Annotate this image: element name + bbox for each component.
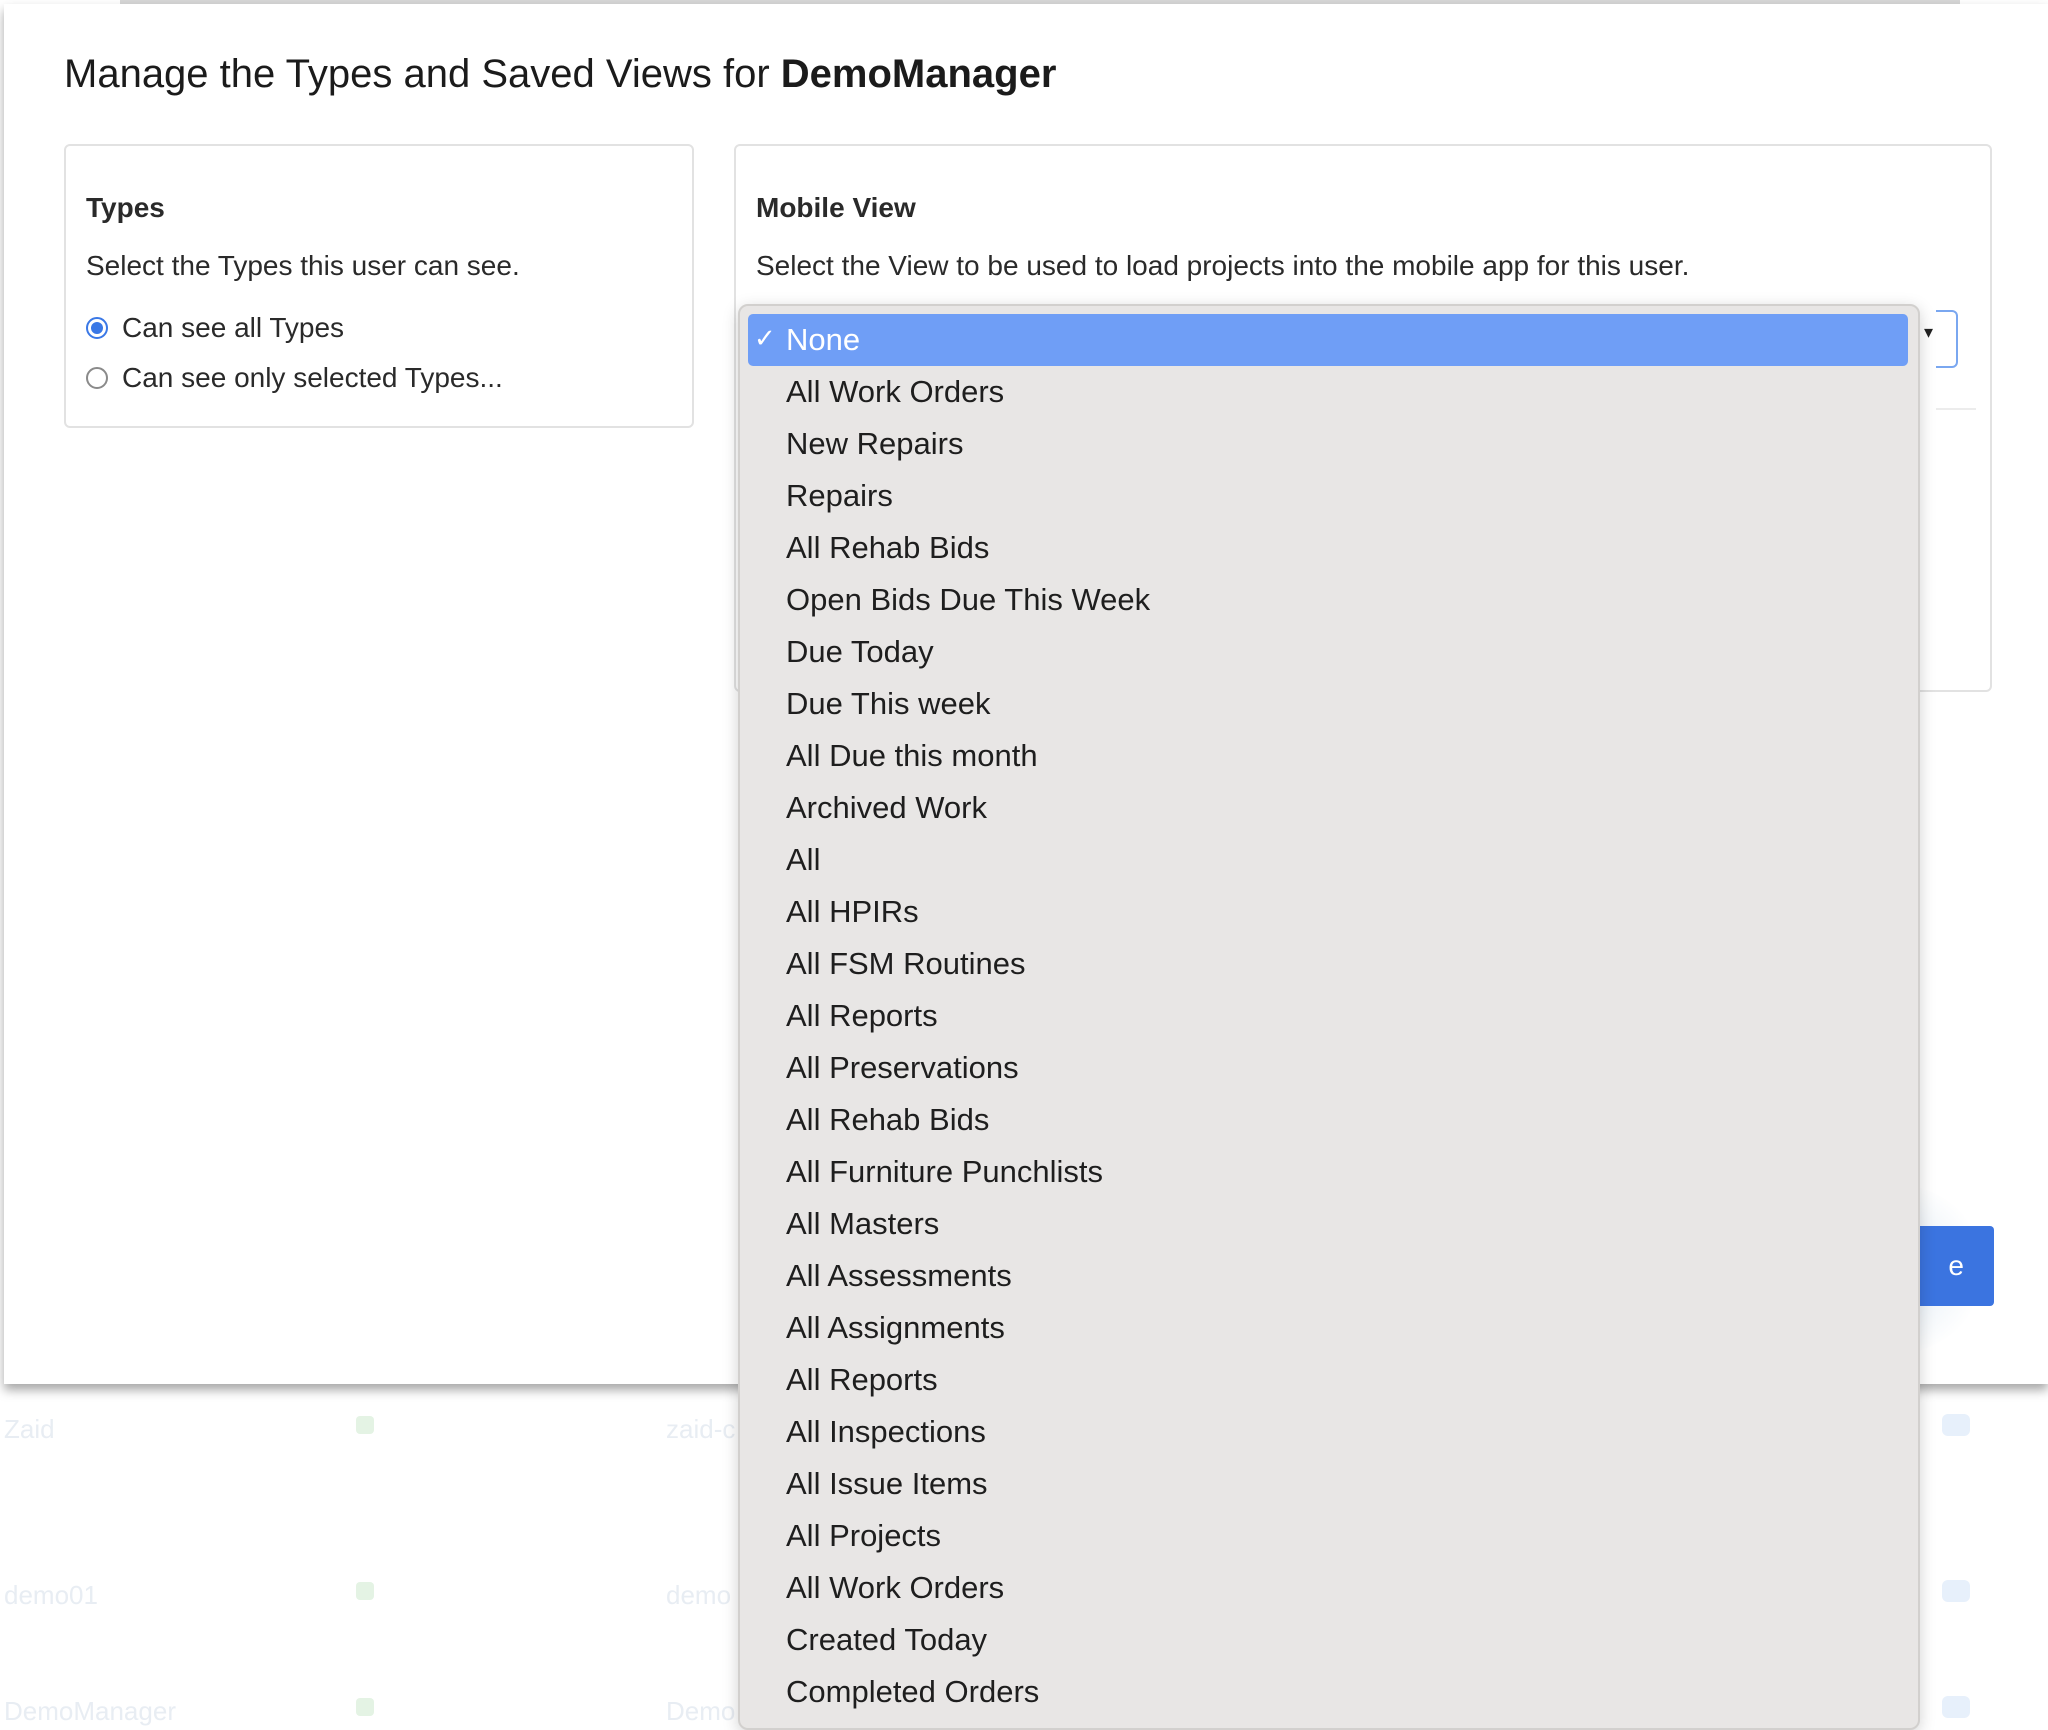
radio-checked-icon[interactable]	[86, 317, 108, 339]
radio-can-see-all-types[interactable]: Can see all Types	[86, 310, 344, 346]
dropdown-option-label: All Rehab Bids	[786, 530, 990, 565]
dropdown-option-label: All HPIRs	[786, 894, 919, 929]
dropdown-option-label: None	[786, 322, 861, 357]
dropdown-option[interactable]: Open Bids Due This Week	[748, 574, 1908, 626]
radio-unchecked-icon[interactable]	[86, 367, 108, 389]
edit-icon	[1942, 1580, 1970, 1602]
background-row-email: Demo	[666, 1696, 736, 1726]
radio-label: Can see only selected Types...	[122, 362, 503, 393]
dropdown-option[interactable]: Repairs	[748, 470, 1908, 522]
status-dot	[356, 1698, 374, 1716]
dropdown-option[interactable]: All Work Orders	[748, 1562, 1908, 1614]
dropdown-option[interactable]: All Reports	[748, 990, 1908, 1042]
dropdown-option[interactable]: Due Today	[748, 626, 1908, 678]
dropdown-option[interactable]: All Reports	[748, 1354, 1908, 1406]
dropdown-option-label: All Work Orders	[786, 1570, 1005, 1605]
divider	[1936, 408, 1976, 410]
mobile-view-select[interactable]	[1936, 310, 1958, 368]
mobile-view-dropdown[interactable]: ✓ None All Work Orders New Repairs Repairs Al…	[738, 304, 1920, 1730]
dropdown-option-label: All Masters	[786, 1206, 940, 1241]
dropdown-option-label: All Projects	[786, 1518, 942, 1553]
dropdown-option-label: All Assessments	[786, 1258, 1012, 1293]
radio-label: Can see all Types	[122, 312, 345, 343]
dropdown-option-label: All Furniture Punchlists	[786, 1154, 1104, 1189]
dropdown-option[interactable]: All Inspections	[748, 1406, 1908, 1458]
status-dot	[356, 1416, 374, 1434]
dropdown-option[interactable]: All Due this month	[748, 730, 1908, 782]
dropdown-option[interactable]: ✓ None	[748, 314, 1908, 366]
dropdown-option[interactable]: Completed Orders	[748, 1666, 1908, 1718]
background-row-email: zaid-c	[666, 1414, 736, 1444]
dropdown-option[interactable]: All Issue Items	[748, 1458, 1908, 1510]
dropdown-option[interactable]: All HPIRs	[748, 886, 1908, 938]
dropdown-option-label: Due Today	[786, 634, 934, 669]
mobile-view-heading: Mobile View	[756, 192, 916, 223]
dropdown-option-label: Open Bids Due This Week	[786, 582, 1151, 617]
dropdown-option[interactable]: Due This week	[748, 678, 1908, 730]
dropdown-option-label: All FSM Routines	[786, 946, 1026, 981]
modal-title-user: DemoManager	[780, 52, 1057, 96]
dropdown-option-label: Due This week	[786, 686, 991, 721]
mobile-view-description: Select the View to be used to load proje…	[756, 250, 1690, 281]
dropdown-option-label: All Preservations	[786, 1050, 1019, 1085]
dropdown-option-label: New Repairs	[786, 426, 964, 461]
checkmark-icon: ✓	[754, 324, 776, 354]
status-dot	[356, 1582, 374, 1600]
edit-icon	[1942, 1696, 1970, 1718]
dropdown-option[interactable]: All Assignments	[748, 1302, 1908, 1354]
background-row-email: demo	[666, 1580, 732, 1610]
dropdown-option[interactable]: Created Today	[748, 1614, 1908, 1666]
dropdown-option[interactable]: All Rehab Bids	[748, 522, 1908, 574]
dropdown-option[interactable]: All Rehab Bids	[748, 1094, 1908, 1146]
dropdown-option-label: All Rehab Bids	[786, 1102, 990, 1137]
dropdown-option-label: All Inspections	[786, 1414, 986, 1449]
dropdown-option-label: All Assignments	[786, 1310, 1005, 1345]
dropdown-option-label: All Work Orders	[786, 374, 1005, 409]
dropdown-options: ✓ None All Work Orders New Repairs Repairs Al…	[748, 314, 1908, 1718]
chevron-down-icon[interactable]: ▾	[1924, 322, 1933, 343]
dropdown-option[interactable]: Archived Work	[748, 782, 1908, 834]
modal-title: Manage the Types and Saved Views for Dem…	[64, 52, 1056, 97]
background-row-name: DemoManager	[4, 1696, 176, 1726]
background-row-name: demo01	[4, 1580, 98, 1610]
dropdown-option[interactable]: All Work Orders	[748, 366, 1908, 418]
types-heading: Types	[86, 192, 165, 223]
background-row-name: Zaid	[4, 1414, 55, 1444]
dropdown-option[interactable]: All FSM Routines	[748, 938, 1908, 990]
dropdown-option-label: All	[786, 842, 821, 877]
dropdown-option[interactable]: All Masters	[748, 1198, 1908, 1250]
page: Zaid zaid-c demo01 demo DemoManager Demo…	[0, 0, 2048, 1730]
dropdown-option[interactable]: New Repairs	[748, 418, 1908, 470]
radio-can-see-selected-types[interactable]: Can see only selected Types...	[86, 360, 503, 396]
dropdown-option[interactable]: All Projects	[748, 1510, 1908, 1562]
types-description: Select the Types this user can see.	[86, 250, 520, 281]
modal-title-prefix: Manage the Types and Saved Views for	[64, 52, 781, 96]
dropdown-option-label: All Due this month	[786, 738, 1038, 773]
dropdown-option[interactable]: All Preservations	[748, 1042, 1908, 1094]
edit-icon	[1942, 1414, 1970, 1436]
dropdown-option-label: All Reports	[786, 1362, 938, 1397]
dropdown-option-label: Completed Orders	[786, 1674, 1040, 1709]
dropdown-option-label: Created Today	[786, 1622, 988, 1657]
dropdown-option[interactable]: All Assessments	[748, 1250, 1908, 1302]
dropdown-option-label: All Issue Items	[786, 1466, 988, 1501]
dropdown-option[interactable]: All	[748, 834, 1908, 886]
dropdown-option-label: All Reports	[786, 998, 938, 1033]
dropdown-option[interactable]: All Furniture Punchlists	[748, 1146, 1908, 1198]
types-card: Types Select the Types this user can see…	[64, 144, 694, 428]
dropdown-option-label: Repairs	[786, 478, 893, 513]
dropdown-option-label: Archived Work	[786, 790, 987, 825]
